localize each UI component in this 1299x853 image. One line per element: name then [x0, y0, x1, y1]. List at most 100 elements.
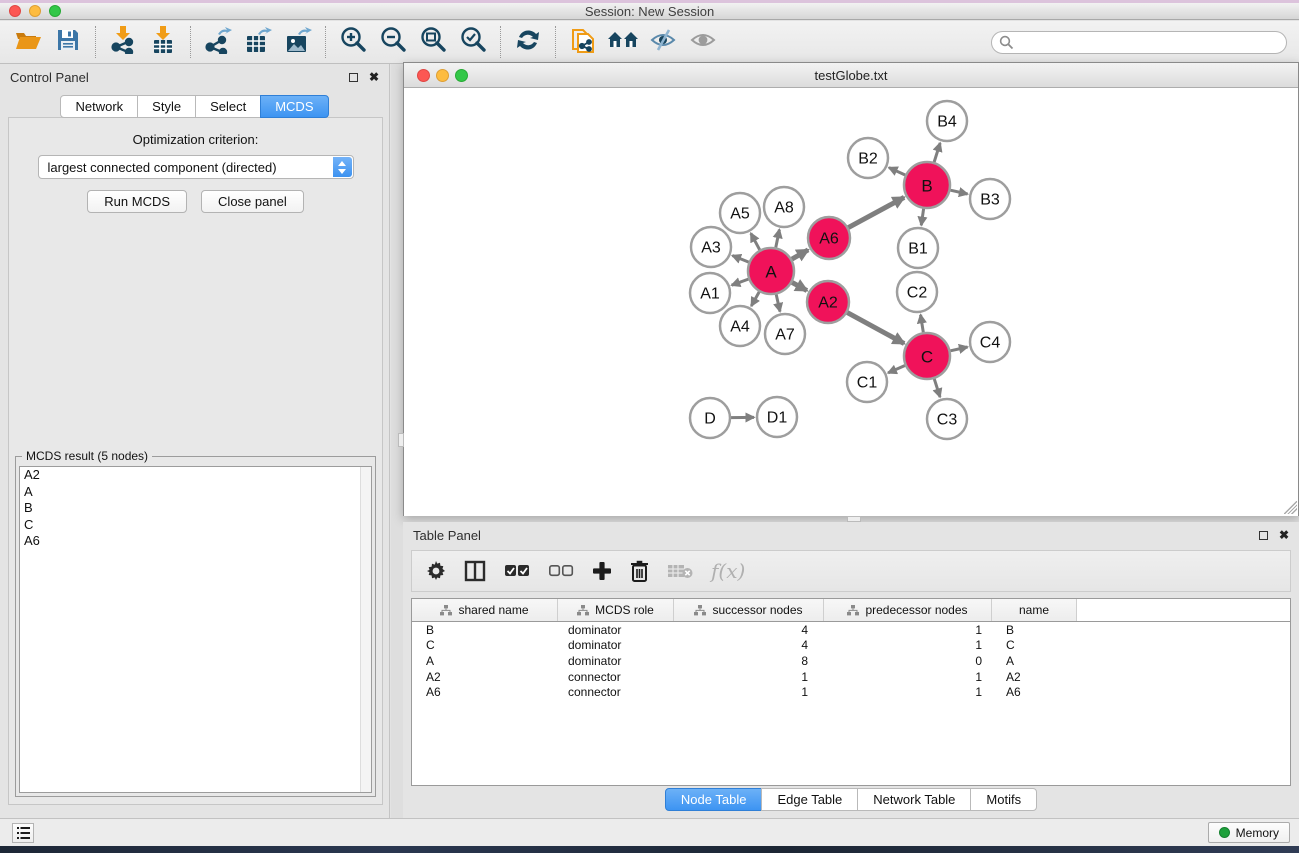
network-edge[interactable]: [921, 315, 924, 333]
network-edge[interactable]: [950, 347, 967, 351]
tab-mcds[interactable]: MCDS: [260, 95, 328, 118]
control-panel-title: Control Panel: [10, 70, 349, 85]
tab-style[interactable]: Style: [137, 95, 196, 118]
add-row-button[interactable]: [592, 556, 612, 586]
table-cell: 4: [674, 638, 824, 652]
network-edge[interactable]: [889, 168, 905, 175]
export-network-button[interactable]: [198, 25, 238, 59]
network-edge[interactable]: [751, 233, 760, 250]
task-history-button[interactable]: [12, 823, 34, 843]
shared-column-icon: [577, 605, 589, 616]
network-graph[interactable]: AA1A2A3A4A5A6A7A8BB1B2B3B4CC1C2C3C4DD1: [404, 89, 1298, 516]
tab-edge-table[interactable]: Edge Table: [761, 788, 858, 811]
node-label: D1: [767, 410, 788, 427]
result-item[interactable]: B: [20, 500, 371, 517]
tab-motifs[interactable]: Motifs: [970, 788, 1037, 811]
float-panel-icon[interactable]: [1259, 531, 1268, 540]
table-settings-button[interactable]: [426, 556, 446, 586]
float-panel-icon[interactable]: [349, 73, 358, 82]
table-panel-title: Table Panel: [413, 528, 1259, 543]
column-header[interactable]: shared name: [412, 599, 558, 621]
network-edge[interactable]: [848, 197, 904, 227]
tab-network-table[interactable]: Network Table: [857, 788, 971, 811]
function-builder-button[interactable]: f(x): [711, 556, 745, 586]
hide-selected-button[interactable]: [643, 25, 683, 59]
open-session-button[interactable]: [8, 25, 48, 59]
delete-table-button[interactable]: [667, 556, 693, 586]
select-all-button[interactable]: [504, 556, 530, 586]
column-header[interactable]: predecessor nodes: [824, 599, 992, 621]
table-row[interactable]: A6connector11A6: [412, 684, 1290, 700]
table-cell: connector: [558, 670, 674, 684]
memory-button[interactable]: Memory: [1208, 822, 1290, 843]
control-panel-titlebar: Control Panel ✖: [0, 64, 389, 90]
import-table-icon: [150, 26, 176, 59]
column-header[interactable]: successor nodes: [674, 599, 824, 621]
resize-grip-icon[interactable]: [1284, 501, 1297, 514]
network-edge[interactable]: [888, 366, 905, 373]
home-button[interactable]: [603, 25, 643, 59]
splitpane-handle[interactable]: [398, 433, 404, 447]
new-network-button[interactable]: [563, 25, 603, 59]
zoom-out-button[interactable]: [373, 25, 413, 59]
search-input[interactable]: [991, 31, 1287, 54]
delete-row-button[interactable]: [630, 556, 649, 586]
close-panel-icon[interactable]: ✖: [1279, 531, 1289, 540]
result-scrollbar[interactable]: [360, 467, 371, 792]
run-mcds-button[interactable]: Run MCDS: [87, 190, 187, 213]
network-edge[interactable]: [847, 313, 904, 344]
zoom-in-button[interactable]: [333, 25, 373, 59]
criterion-dropdown[interactable]: largest connected component (directed): [38, 155, 354, 179]
table-row[interactable]: Adominator80A: [412, 653, 1290, 669]
column-header[interactable]: MCDS role: [558, 599, 674, 621]
tab-network[interactable]: Network: [60, 95, 138, 118]
export-table-button[interactable]: [238, 25, 278, 59]
dropdown-stepper-icon: [333, 157, 352, 177]
network-edge[interactable]: [934, 379, 940, 397]
table-row[interactable]: A2connector11A2: [412, 669, 1290, 685]
export-network-icon: [204, 26, 232, 59]
result-item[interactable]: A: [20, 484, 371, 501]
table-cell: 1: [824, 670, 992, 684]
zoom-fit-icon: [419, 26, 447, 59]
close-panel-icon[interactable]: ✖: [369, 73, 379, 82]
save-session-button[interactable]: [48, 25, 88, 59]
network-edge[interactable]: [792, 250, 808, 259]
save-floppy-icon: [56, 28, 80, 57]
export-table-icon: [244, 26, 272, 59]
network-edge[interactable]: [934, 143, 940, 162]
network-edge[interactable]: [792, 282, 807, 290]
network-edge[interactable]: [950, 190, 967, 194]
network-edge[interactable]: [776, 230, 780, 248]
import-network-button[interactable]: [103, 25, 143, 59]
tab-node-table[interactable]: Node Table: [665, 788, 763, 811]
result-item[interactable]: C: [20, 517, 371, 534]
result-item[interactable]: A6: [20, 533, 371, 550]
network-edge[interactable]: [732, 279, 749, 285]
import-table-button[interactable]: [143, 25, 183, 59]
export-image-button[interactable]: [278, 25, 318, 59]
network-edge[interactable]: [751, 292, 759, 306]
memory-label: Memory: [1236, 826, 1279, 840]
column-header[interactable]: name: [992, 599, 1077, 621]
network-view-window: testGlobe.txt AA1A2A3A4A5A6A7A8BB1B2B3B4…: [403, 62, 1299, 516]
network-window-titlebar[interactable]: testGlobe.txt: [404, 63, 1298, 88]
network-edge[interactable]: [732, 256, 748, 263]
tab-select[interactable]: Select: [195, 95, 261, 118]
zoom-fit-button[interactable]: [413, 25, 453, 59]
result-item[interactable]: A2: [20, 467, 371, 484]
table-cell: A6: [992, 685, 1077, 699]
close-panel-button[interactable]: Close panel: [201, 190, 304, 213]
show-columns-button[interactable]: [464, 556, 486, 586]
table-cell: A2: [412, 670, 558, 684]
show-all-button[interactable]: [683, 25, 723, 59]
table-cell: B: [992, 623, 1077, 637]
table-row[interactable]: Cdominator41C: [412, 638, 1290, 654]
network-edge[interactable]: [776, 294, 780, 311]
mcds-result-list[interactable]: A2ABCA6: [19, 466, 372, 793]
zoom-selected-button[interactable]: [453, 25, 493, 59]
network-edge[interactable]: [921, 209, 923, 225]
refresh-button[interactable]: [508, 25, 548, 59]
unselect-all-button[interactable]: [548, 556, 574, 586]
table-row[interactable]: Bdominator41B: [412, 622, 1290, 638]
